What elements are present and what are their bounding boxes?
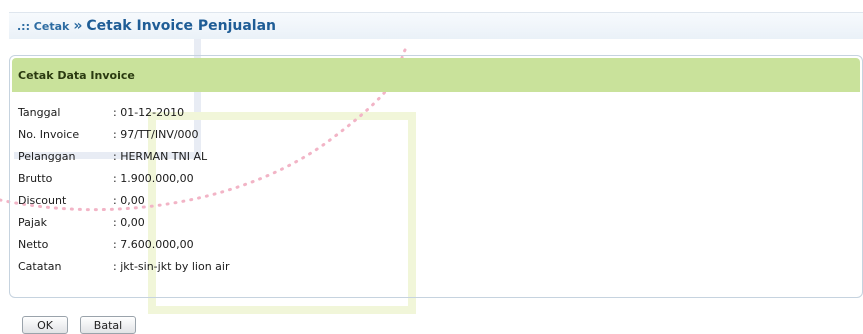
ok-button[interactable]: OK bbox=[22, 316, 68, 334]
field-label: Pajak bbox=[18, 215, 48, 229]
table-row: No. Invoice : 97/TT/INV/000 bbox=[10, 123, 230, 145]
page-header: .:: Cetak » Cetak Invoice Penjualan bbox=[9, 12, 863, 39]
field-value: : 0,00 bbox=[113, 193, 145, 207]
field-label: Discount bbox=[18, 193, 67, 207]
field-value: : jkt-sin-jkt by lion air bbox=[113, 259, 230, 273]
field-label: No. Invoice bbox=[18, 127, 80, 141]
breadcrumb-separator: » bbox=[73, 18, 83, 34]
field-value: : 7.600.000,00 bbox=[113, 237, 194, 251]
field-label: Pelanggan bbox=[18, 149, 76, 163]
field-label: Catatan bbox=[18, 259, 62, 273]
field-label: Tanggal bbox=[18, 105, 61, 119]
page-title: Cetak Invoice Penjualan bbox=[86, 18, 277, 34]
field-value: : 97/TT/INV/000 bbox=[113, 127, 199, 141]
field-label: Netto bbox=[18, 237, 49, 251]
field-value: : 01-12-2010 bbox=[113, 105, 185, 119]
field-value: : HERMAN TNI AL bbox=[113, 149, 208, 163]
table-row: Pelanggan : HERMAN TNI AL bbox=[10, 145, 230, 167]
field-value: : 0,00 bbox=[113, 215, 145, 229]
field-value: : 1.900.000,00 bbox=[113, 171, 194, 185]
cancel-button[interactable]: Batal bbox=[80, 316, 136, 334]
panel-header: Cetak Data Invoice bbox=[12, 58, 860, 92]
table-row: Pajak : 0,00 bbox=[10, 211, 230, 233]
table-row: Catatan : jkt-sin-jkt by lion air bbox=[10, 255, 230, 277]
field-label: Brutto bbox=[18, 171, 53, 185]
panel-title: Cetak Data Invoice bbox=[18, 68, 135, 82]
table-row: Tanggal : 01-12-2010 bbox=[10, 101, 230, 123]
breadcrumb-cetak[interactable]: .:: Cetak bbox=[17, 20, 69, 33]
invoice-panel: Cetak Data Invoice Tanggal : 01-12-2010 … bbox=[9, 55, 863, 298]
table-row: Discount : 0,00 bbox=[10, 189, 230, 211]
action-buttons: OK Batal bbox=[22, 316, 136, 334]
invoice-details-table: Tanggal : 01-12-2010 No. Invoice : 97/TT… bbox=[10, 101, 230, 277]
table-row: Brutto : 1.900.000,00 bbox=[10, 167, 230, 189]
table-row: Netto : 7.600.000,00 bbox=[10, 233, 230, 255]
